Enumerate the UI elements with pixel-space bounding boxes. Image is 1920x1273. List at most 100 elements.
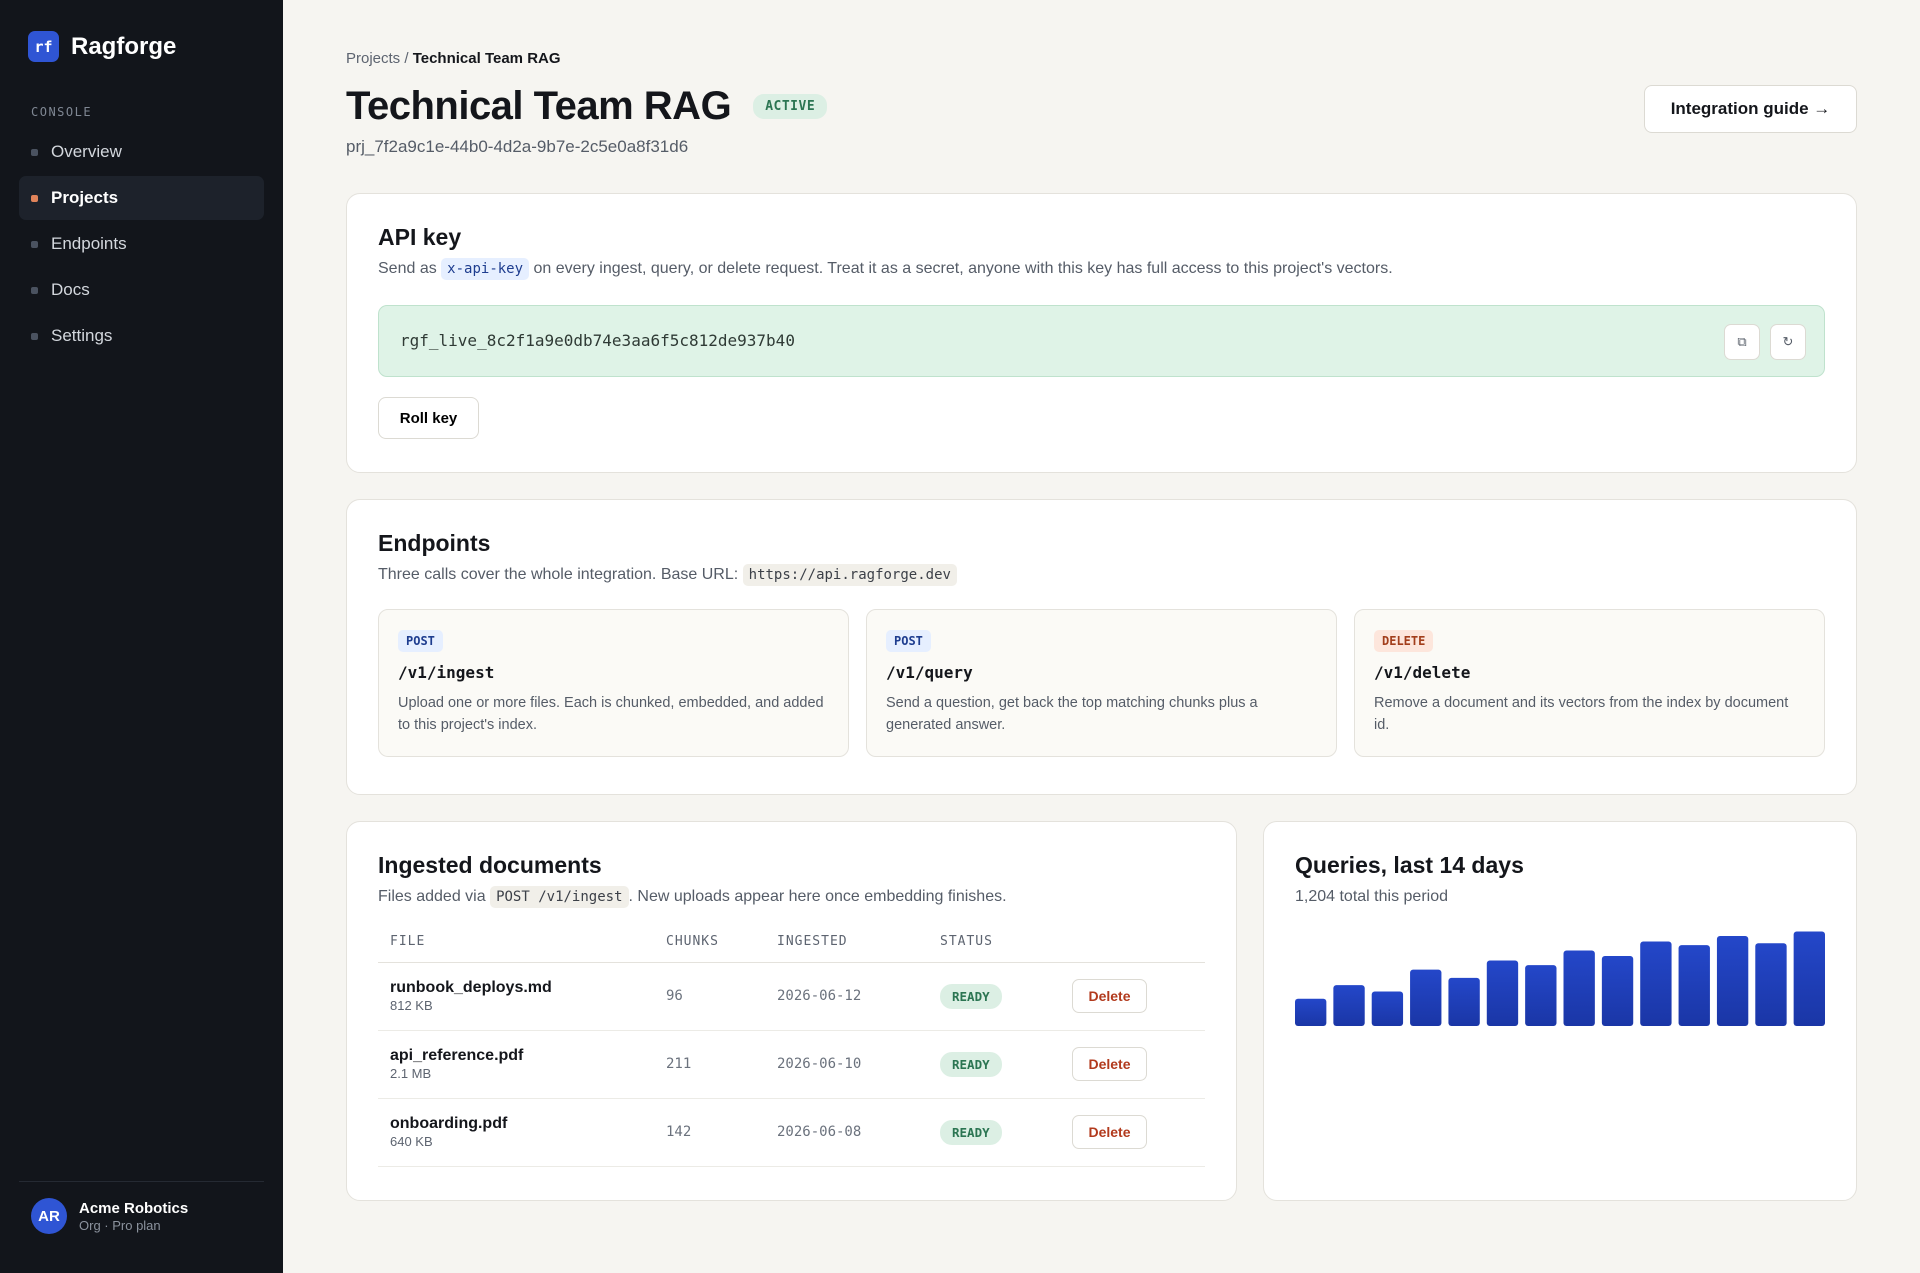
column-header-status: STATUS [928, 922, 1060, 963]
nav-dot-icon [31, 332, 38, 340]
api-key-value[interactable]: rgf_live_8c2f1a9e0db74e3aa6f5c812de937b4… [400, 331, 795, 350]
endpoint-query[interactable]: POST /v1/query Send a question, get back… [866, 609, 1337, 757]
org-plan: Org · Pro plan [79, 1217, 161, 1233]
endpoint-ingest[interactable]: POST /v1/ingest Upload one or more files… [378, 609, 849, 757]
action-cell: Delete [1060, 1098, 1205, 1167]
status-cell: READY [928, 1030, 1060, 1099]
sidebar-item-settings[interactable]: Settings [19, 314, 264, 358]
file-name: onboarding.pdf [390, 1115, 508, 1132]
refresh-icon[interactable]: ↻ [1770, 324, 1806, 360]
action-cell: Delete [1060, 1030, 1205, 1099]
queries-subtitle: 1,204 total this period [1295, 888, 1448, 905]
nav-dot-icon [31, 286, 38, 294]
status-cell: READY [928, 1098, 1060, 1167]
org-switcher[interactable]: AR Acme Robotics Org · Pro plan [19, 1181, 264, 1234]
sidebar-item-projects[interactable]: Projects [19, 176, 264, 220]
column-header-ingested: INGESTED [765, 922, 928, 963]
chart-bar-5 [1448, 977, 1480, 1026]
file-cell: onboarding.pdf 640 KB [378, 1098, 654, 1167]
org-name: Acme Robotics [79, 1199, 189, 1217]
api-key-header-code: x-api-key [441, 258, 530, 280]
sidebar-item-label: Overview [51, 142, 122, 161]
chunks-cell: 96 [654, 962, 765, 1031]
project-id: prj_7f2a9c1e-44b0-4d2a-9b7e-2c5e0a8f31d6 [346, 137, 689, 156]
delete-button[interactable]: Delete [1072, 979, 1147, 1013]
documents-description: Files added via POST /v1/ingest. New upl… [378, 886, 1205, 908]
file-size: 2.1 MB [390, 1066, 432, 1081]
file-cell: runbook_deploys.md 812 KB [378, 962, 654, 1031]
table-row: runbook_deploys.md 812 KB 96 2026-06-12 … [378, 962, 1205, 1031]
status-cell: READY [928, 962, 1060, 1031]
sidebar-item-label: Docs [51, 280, 90, 299]
breadcrumb: Projects / Technical Team RAG [346, 50, 561, 67]
endpoint-path: /v1/ingest [398, 663, 495, 682]
sidebar-item-label: Settings [51, 326, 113, 345]
chart-bar-11 [1678, 945, 1710, 1026]
file-name: runbook_deploys.md [390, 979, 552, 996]
chart-bar-7 [1525, 965, 1557, 1026]
api-key-field[interactable]: rgf_live_8c2f1a9e0db74e3aa6f5c812de937b4… [378, 305, 1825, 377]
method-badge: DELETE [1374, 630, 1434, 652]
delete-button[interactable]: Delete [1072, 1115, 1147, 1149]
sidebar-item-overview[interactable]: Overview [19, 130, 264, 174]
table-row: onboarding.pdf 640 KB 142 2026-06-08 REA… [378, 1098, 1205, 1167]
endpoint-delete[interactable]: DELETE /v1/delete Remove a document and … [1354, 609, 1825, 757]
endpoint-description: Send a question, get back the top matchi… [886, 695, 1258, 733]
chart-bar-14 [1793, 931, 1825, 1026]
sidebar-nav: Overview Projects Endpoints Docs Setting… [19, 130, 264, 360]
brand[interactable]: rf Ragforge [28, 31, 176, 62]
sidebar: rf Ragforge CONSOLE Overview Projects En… [0, 0, 283, 1273]
column-header-chunks: CHUNKS [654, 922, 765, 963]
documents-table: FILE CHUNKS INGESTED STATUS runbook_depl… [378, 922, 1205, 1167]
base-url-code: https://api.ragforge.dev [742, 564, 957, 586]
endpoints-desc-text: Three calls cover the whole integration.… [378, 566, 739, 583]
endpoints-title: Endpoints [378, 530, 491, 556]
ingested-cell: 2026-06-12 [765, 962, 928, 1031]
queries-title: Queries, last 14 days [1295, 852, 1524, 878]
table-header-row: FILE CHUNKS INGESTED STATUS [378, 922, 1205, 963]
integration-guide-button[interactable]: Integration guide → [1644, 85, 1857, 133]
file-cell: api_reference.pdf 2.1 MB [378, 1030, 654, 1099]
column-header-file: FILE [378, 922, 654, 963]
chunks-cell: 142 [654, 1098, 765, 1167]
method-badge: POST [398, 630, 443, 652]
nav-section-label: CONSOLE [31, 105, 93, 119]
title-row: Technical Team RAG ACTIVE [346, 84, 828, 129]
action-cell: Delete [1060, 962, 1205, 1031]
chart-bar-4 [1410, 969, 1442, 1026]
avatar: AR [31, 1198, 67, 1234]
delete-button[interactable]: Delete [1072, 1047, 1147, 1081]
api-key-desc-after: on every ingest, query, or delete reques… [533, 260, 1393, 277]
copy-icon[interactable]: ⧉ [1724, 324, 1760, 360]
roll-key-button[interactable]: Roll key [378, 397, 479, 439]
status-badge: READY [940, 1051, 1002, 1077]
documents-card: Ingested documents Files added via POST … [346, 821, 1237, 1201]
status-badge: READY [940, 1119, 1002, 1145]
endpoint-grid: POST /v1/ingest Upload one or more files… [378, 609, 1825, 757]
api-key-desc-before: Send as [378, 260, 437, 277]
endpoint-description: Upload one or more files. Each is chunke… [398, 695, 824, 733]
nav-dot-icon [31, 148, 38, 156]
chart-bar-1 [1295, 998, 1327, 1026]
api-key-description: Send as x-api-key on every ingest, query… [378, 258, 1825, 280]
queries-bar-chart [1295, 931, 1825, 1026]
column-header-actions [1060, 922, 1205, 963]
breadcrumb-parent[interactable]: Projects [346, 50, 400, 67]
documents-title: Ingested documents [378, 852, 602, 878]
file-name: api_reference.pdf [390, 1047, 524, 1064]
endpoint-path: /v1/query [886, 663, 973, 682]
file-size: 812 KB [390, 998, 433, 1013]
org-info: Acme Robotics Org · Pro plan [79, 1200, 188, 1233]
chart-bar-2 [1333, 985, 1365, 1026]
status-badge: READY [940, 983, 1002, 1009]
brand-name: Ragforge [71, 32, 177, 60]
sidebar-item-endpoints[interactable]: Endpoints [19, 222, 264, 266]
ingested-cell: 2026-06-08 [765, 1098, 928, 1167]
sidebar-item-docs[interactable]: Docs [19, 268, 264, 312]
api-key-card: API key Send as x-api-key on every inges… [346, 193, 1857, 473]
file-size: 640 KB [390, 1134, 433, 1149]
breadcrumb-separator: / [404, 50, 409, 67]
documents-desc-after: . New uploads appear here once embedding… [628, 888, 1007, 905]
brand-logo: rf [28, 31, 59, 62]
endpoint-description: Remove a document and its vectors from t… [1374, 695, 1789, 733]
